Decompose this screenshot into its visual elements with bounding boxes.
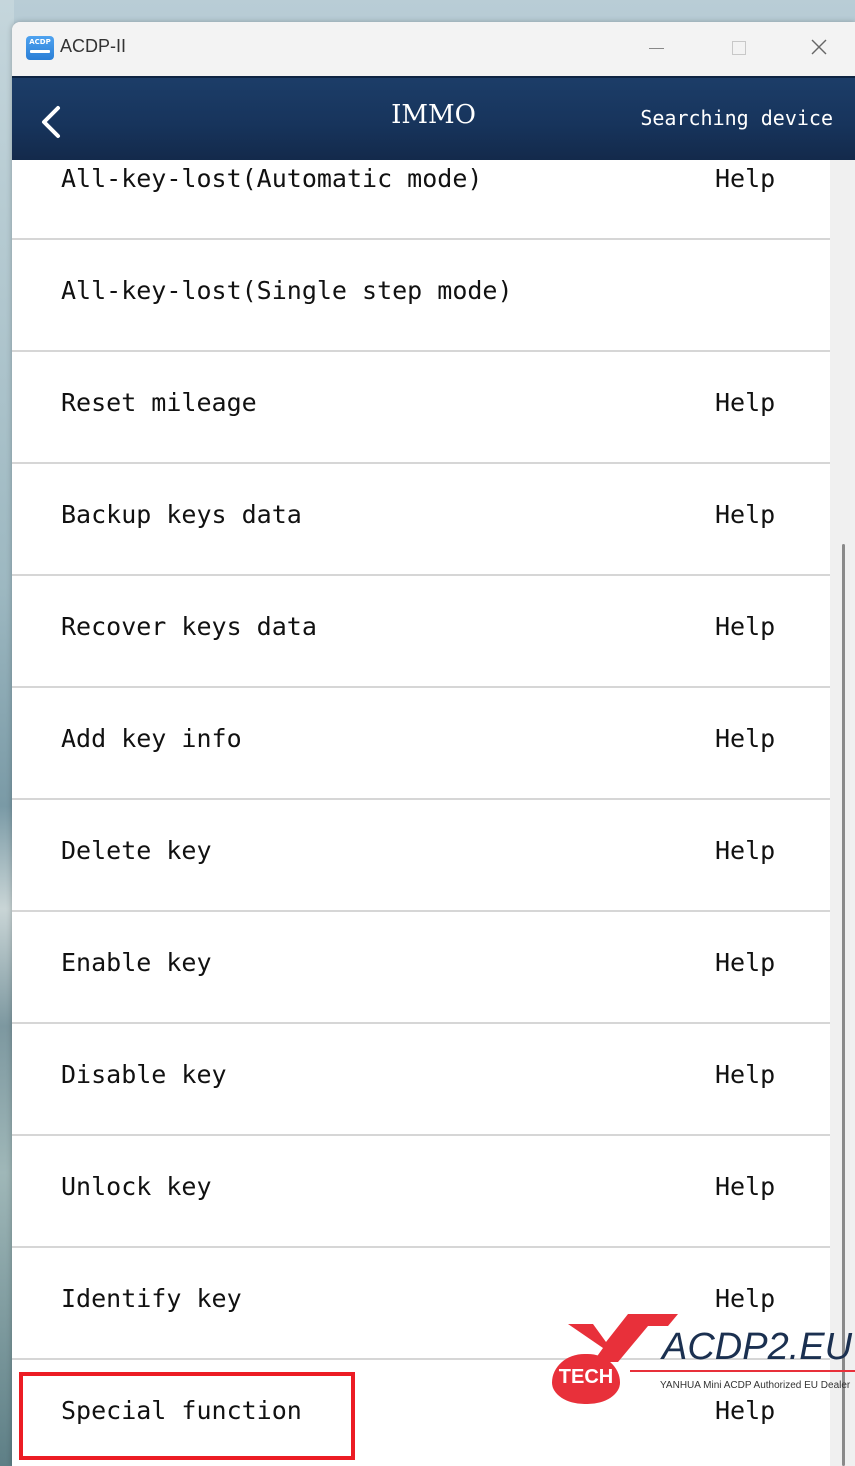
help-link[interactable]: Help xyxy=(715,612,775,641)
list-item-label: All-key-lost(Single step mode) xyxy=(61,276,513,305)
app-header: IMMO Searching device xyxy=(12,76,855,162)
device-status: Searching device xyxy=(640,106,833,130)
minimize-button[interactable] xyxy=(616,22,696,76)
maximize-button[interactable] xyxy=(698,22,778,76)
app-title: ACDP-II xyxy=(60,36,127,56)
help-link[interactable]: Help xyxy=(715,724,775,753)
scrollbar-track[interactable] xyxy=(830,160,855,1466)
help-link[interactable]: Help xyxy=(715,500,775,529)
highlight-annotation xyxy=(19,1372,355,1460)
list-item-reset-mileage[interactable]: Reset mileage Help xyxy=(12,352,830,464)
watermark-domain: ACDP2.EU xyxy=(662,1326,853,1368)
app-window: ACDP ACDP-II IMMO Searching device All-k… xyxy=(12,22,855,1466)
list-item-backup-keys-data[interactable]: Backup keys data Help xyxy=(12,464,830,576)
close-icon xyxy=(811,39,827,55)
list-item-label: Add key info xyxy=(61,724,242,753)
list-item-label: Identify key xyxy=(61,1284,242,1313)
help-link[interactable]: Help xyxy=(715,1060,775,1089)
app-icon: ACDP xyxy=(26,36,54,60)
help-link[interactable]: Help xyxy=(715,388,775,417)
tech-badge: TECH xyxy=(552,1354,620,1404)
tech-text: TECH xyxy=(558,1366,614,1388)
list-item-add-key-info[interactable]: Add key info Help xyxy=(12,688,830,800)
list-item-label: Unlock key xyxy=(61,1172,212,1201)
list-item-label: Backup keys data xyxy=(61,500,302,529)
list-item-label: Delete key xyxy=(61,836,212,865)
help-link[interactable]: Help xyxy=(715,164,775,193)
list-item-disable-key[interactable]: Disable key Help xyxy=(12,1024,830,1136)
maximize-icon xyxy=(732,41,746,55)
watermark-tagline: YANHUA Mini ACDP Authorized EU Dealer xyxy=(660,1380,851,1391)
list-item-label: Enable key xyxy=(61,948,212,977)
help-link[interactable]: Help xyxy=(715,948,775,977)
app-icon-text: ACDP xyxy=(29,38,51,46)
list-item-delete-key[interactable]: Delete key Help xyxy=(12,800,830,912)
list-item-all-key-lost-single-step[interactable]: All-key-lost(Single step mode) xyxy=(12,240,830,352)
watermark-logo: TECH ACDP2.EU YANHUA Mini ACDP Authorize… xyxy=(530,1304,855,1429)
watermark-divider xyxy=(630,1370,855,1372)
list-item-label: Reset mileage xyxy=(61,388,257,417)
list-item-label: Disable key xyxy=(61,1060,227,1089)
list-item-unlock-key[interactable]: Unlock key Help xyxy=(12,1136,830,1248)
title-bar: ACDP ACDP-II xyxy=(12,22,855,76)
list-item-label: Recover keys data xyxy=(61,612,317,641)
help-link[interactable]: Help xyxy=(715,836,775,865)
close-button[interactable] xyxy=(778,22,855,76)
function-list: All-key-lost(Automatic mode) Help All-ke… xyxy=(12,160,830,1466)
list-item-label: All-key-lost(Automatic mode) xyxy=(61,164,483,193)
list-item-enable-key[interactable]: Enable key Help xyxy=(12,912,830,1024)
help-link[interactable]: Help xyxy=(715,1172,775,1201)
minimize-icon xyxy=(649,48,664,49)
list-item-all-key-lost-automatic[interactable]: All-key-lost(Automatic mode) Help xyxy=(12,160,830,240)
list-item-recover-keys-data[interactable]: Recover keys data Help xyxy=(12,576,830,688)
